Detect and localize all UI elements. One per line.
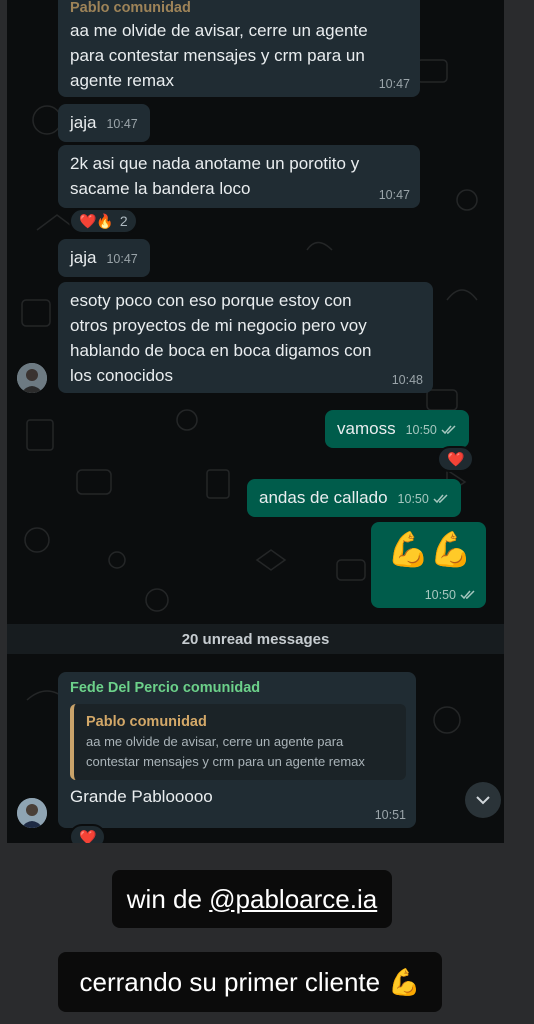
message-meta: 10:50 [406, 423, 457, 437]
message-bubble-incoming[interactable]: 2k asi que nada anotame un porotito y sa… [58, 145, 420, 208]
message-time: 10:50 [397, 492, 429, 506]
message-text: Grande Pablooooo [70, 787, 213, 806]
message-text: jaja [70, 248, 97, 267]
message-bubble-outgoing[interactable]: andas de callado 10:50 [247, 479, 461, 517]
message-bubble-incoming[interactable]: jaja 10:47 [58, 239, 150, 277]
message-text: aa me olvide de avisar, cerre un agente … [70, 21, 368, 90]
message-time: 10:48 [391, 373, 423, 387]
caption-mention[interactable]: @pabloarce.ia [209, 884, 377, 915]
message-text: esoty poco con eso porque estoy con otro… [70, 291, 372, 385]
message-bubble-incoming[interactable]: Pablo comunidad aa me olvide de avisar, … [58, 0, 420, 97]
message-bubble-incoming[interactable]: jaja 10:47 [58, 104, 150, 142]
reaction-badge[interactable]: ❤️ [437, 446, 475, 472]
scroll-to-bottom-button[interactable] [465, 782, 501, 818]
story-caption-1: win de @pabloarce.ia [112, 870, 392, 928]
sender-name: Pablo comunidad [70, 0, 191, 16]
message-bubble-outgoing[interactable]: vamoss 10:50 [325, 410, 469, 448]
double-check-icon [460, 590, 475, 600]
message-text: jaja [70, 113, 97, 132]
chat-area: Pablo comunidad aa me olvide de avisar, … [7, 0, 504, 843]
reaction-emojis: ❤️🔥 [79, 212, 114, 229]
emoji-message: 💪💪 [387, 531, 472, 569]
message-time: 10:50 [424, 588, 456, 602]
avatar-image [17, 798, 47, 828]
message-time: 10:47 [378, 188, 410, 202]
reaction-emojis: ❤️ [79, 828, 97, 844]
reaction-badge[interactable]: ❤️🔥 2 [69, 208, 138, 234]
reaction-emojis: ❤️ [447, 450, 465, 467]
unread-label: 20 unread messages [181, 630, 330, 648]
message-time: 10:51 [374, 808, 406, 822]
contact-avatar[interactable] [17, 363, 47, 393]
quoted-sender: Pablo comunidad [86, 714, 207, 730]
message-meta: 10:50 [398, 492, 449, 506]
sender-name: Fede Del Percio comunidad [70, 680, 261, 696]
message-time: 10:50 [405, 423, 437, 437]
message-text: andas de callado [259, 488, 388, 507]
story-caption-2: cerrando su primer cliente 💪 [58, 952, 442, 1012]
double-check-icon [441, 425, 456, 435]
message-time: 10:47 [106, 252, 138, 266]
avatar-image [17, 363, 47, 393]
caption-prefix: win de [126, 883, 210, 914]
chevron-down-icon [476, 795, 490, 804]
message-meta: 10:50 [425, 588, 476, 602]
message-text: vamoss [337, 419, 396, 438]
reaction-badge[interactable]: ❤️ [69, 824, 107, 844]
message-bubble-incoming[interactable]: Fede Del Percio comunidad Pablo comunida… [58, 672, 416, 828]
message-time: 10:47 [378, 77, 410, 91]
message-bubble-outgoing[interactable]: 💪💪 10:50 [371, 522, 486, 608]
unread-messages-divider: 20 unread messages [7, 624, 504, 654]
caption-text: cerrando su primer cliente [79, 966, 381, 997]
quoted-message[interactable]: Pablo comunidad aa me olvide de avisar, … [70, 704, 406, 780]
reaction-count: 2 [119, 213, 128, 229]
message-text: 2k asi que nada anotame un porotito y sa… [70, 154, 360, 198]
quoted-text: aa me olvide de avisar, cerre un agente … [86, 734, 365, 769]
double-check-icon [433, 494, 448, 504]
message-time: 10:47 [106, 117, 138, 131]
contact-avatar[interactable] [17, 798, 47, 828]
caption-emoji: 💪 [388, 966, 421, 997]
message-bubble-incoming[interactable]: esoty poco con eso porque estoy con otro… [58, 282, 433, 393]
